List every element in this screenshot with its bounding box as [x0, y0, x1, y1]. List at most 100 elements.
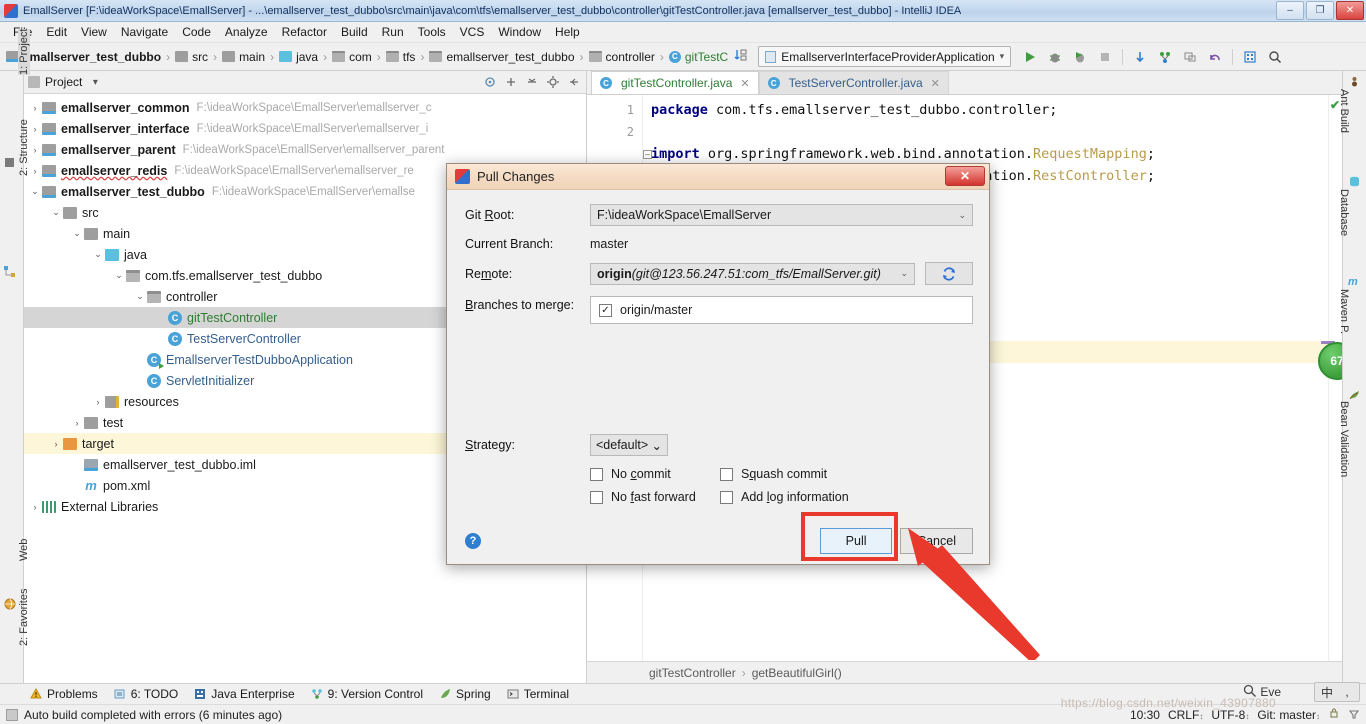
squash-commit-checkbox[interactable]: [720, 467, 733, 481]
branches-list[interactable]: ✓ origin/master: [590, 296, 973, 324]
close-button[interactable]: ✕: [1336, 1, 1364, 20]
no-commit-option[interactable]: No commit: [590, 467, 720, 481]
expand-arrow-icon[interactable]: ⌄: [91, 249, 105, 260]
close-icon[interactable]: ✕: [945, 166, 985, 186]
menu-item-vcs[interactable]: VCS: [453, 23, 492, 41]
tool-window-terminal[interactable]: Terminal: [507, 687, 569, 701]
expand-arrow-icon[interactable]: ›: [28, 166, 42, 176]
menu-item-edit[interactable]: Edit: [39, 23, 74, 41]
breadcrumb-method-label[interactable]: getBeautifulGirl(): [752, 666, 842, 680]
breadcrumb-controller[interactable]: controller ›: [588, 50, 669, 64]
watermark: https://blog.csdn.net/weixin_43907880: [1060, 696, 1276, 710]
expand-arrow-icon[interactable]: ›: [28, 502, 42, 512]
expand-arrow-icon[interactable]: ⌄: [49, 207, 63, 218]
sort-alphabetically-icon[interactable]: [734, 48, 748, 65]
tree-row-emallserver-common[interactable]: › emallserver_common F:\ideaWorkSpace\Emal…: [24, 97, 586, 118]
chevron-down-icon[interactable]: ▾: [87, 74, 103, 90]
add-log-information-checkbox[interactable]: [720, 490, 733, 504]
scroll-from-source-icon[interactable]: [482, 74, 498, 90]
minimize-button[interactable]: –: [1276, 1, 1304, 20]
breadcrumb-src[interactable]: src ›: [175, 50, 222, 64]
breadcrumb-class-label[interactable]: gitTestController: [649, 666, 736, 680]
add-log-information-option[interactable]: Add log information: [720, 490, 973, 504]
expand-arrow-icon[interactable]: ⌄: [112, 270, 126, 281]
gear-icon[interactable]: [545, 74, 561, 90]
run-with-coverage-icon[interactable]: [1069, 46, 1091, 68]
expand-arrow-icon[interactable]: ›: [28, 103, 42, 113]
lock-icon[interactable]: [1328, 707, 1340, 722]
menu-item-code[interactable]: Code: [175, 23, 218, 41]
branch-checkbox[interactable]: ✓: [599, 303, 612, 317]
expand-arrow-icon[interactable]: ⌄: [70, 228, 84, 239]
no-fast-forward-option[interactable]: No fast forward: [590, 490, 720, 504]
commit-icon[interactable]: [1154, 46, 1176, 68]
tool-window-problems[interactable]: Problems: [30, 687, 98, 701]
menu-item-run[interactable]: Run: [375, 23, 411, 41]
breadcrumb-class[interactable]: C gitTestC: [668, 50, 728, 64]
no-fast-forward-checkbox[interactable]: [590, 490, 603, 504]
sidebar-item-bean-validation[interactable]: Bean Validation: [1338, 401, 1350, 477]
collapse-all-icon[interactable]: [524, 74, 540, 90]
list-item[interactable]: ✓ origin/master: [599, 303, 964, 317]
menu-item-help[interactable]: Help: [548, 23, 587, 41]
menu-item-analyze[interactable]: Analyze: [218, 23, 275, 41]
expand-arrow-icon[interactable]: ›: [70, 418, 84, 428]
tool-window-todo[interactable]: 6: TODO: [114, 687, 178, 701]
strategy-combobox[interactable]: <default> ⌄: [590, 434, 668, 456]
sidebar-item-project[interactable]: 1: Project: [18, 28, 30, 75]
refresh-icon[interactable]: [925, 262, 973, 285]
close-icon[interactable]: ✕: [931, 77, 940, 90]
expand-arrow-icon[interactable]: ⌄: [28, 186, 42, 197]
compare-with-branch-icon[interactable]: [1179, 46, 1201, 68]
add-log-information-label: Add log information: [741, 490, 849, 504]
squash-commit-option[interactable]: Squash commit: [720, 467, 973, 481]
expand-all-icon[interactable]: [503, 74, 519, 90]
chinese-ime-icon[interactable]: 中: [1318, 684, 1336, 700]
sidebar-item-ant-build[interactable]: Ant Build: [1338, 89, 1350, 133]
punctuation-icon[interactable]: ,: [1338, 684, 1356, 700]
menu-item-tools[interactable]: Tools: [411, 23, 453, 41]
tool-window-spring[interactable]: Spring: [439, 687, 491, 701]
run-configuration-selector[interactable]: EmallserverInterfaceProviderApplication …: [758, 46, 1012, 67]
debug-icon[interactable]: [1044, 46, 1066, 68]
menu-item-window[interactable]: Window: [491, 23, 548, 41]
breadcrumb-tfs[interactable]: tfs ›: [385, 50, 430, 64]
git-root-combobox[interactable]: F:\ideaWorkSpace\EmallServer ⌄: [590, 204, 973, 226]
close-icon[interactable]: ✕: [740, 77, 749, 90]
remote-combobox[interactable]: origin(git@123.56.247.51:com_tfs/EmallSe…: [590, 262, 915, 285]
expand-arrow-icon[interactable]: ›: [91, 397, 105, 407]
breadcrumb-com[interactable]: com ›: [332, 50, 386, 64]
expand-arrow-icon[interactable]: ›: [28, 124, 42, 134]
stop-icon[interactable]: [1094, 46, 1116, 68]
tab-gitTestController[interactable]: C gitTestController.java ✕: [591, 71, 759, 94]
inspection-icon[interactable]: [1348, 707, 1360, 722]
maximize-button[interactable]: ❐: [1306, 1, 1334, 20]
menu-item-view[interactable]: View: [74, 23, 114, 41]
pull-button[interactable]: Pull: [820, 528, 893, 554]
expand-arrow-icon[interactable]: ⌄: [133, 291, 147, 302]
tab-TestServerController[interactable]: C TestServerController.java ✕: [758, 71, 949, 94]
no-commit-checkbox[interactable]: [590, 467, 603, 481]
tree-row-emallserver-parent[interactable]: › emallserver_parent F:\ideaWorkSpace\Emal…: [24, 139, 586, 160]
sync-settings-icon[interactable]: [1239, 46, 1261, 68]
menu-item-refactor[interactable]: Refactor: [275, 23, 334, 41]
sidebar-item-database[interactable]: Database: [1338, 189, 1350, 236]
breadcrumb-package[interactable]: emallserver_test_dubbo ›: [429, 50, 588, 64]
breadcrumb-java[interactable]: java ›: [279, 50, 332, 64]
menu-item-navigate[interactable]: Navigate: [114, 23, 175, 41]
tool-window-java-enterprise[interactable]: Java Enterprise: [194, 687, 295, 701]
breadcrumb-main[interactable]: main ›: [222, 50, 279, 64]
breadcrumb-module[interactable]: emallserver_test_dubbo ›: [6, 50, 175, 64]
help-icon[interactable]: ?: [465, 533, 481, 549]
run-icon[interactable]: [1019, 46, 1041, 68]
rollback-icon[interactable]: [1204, 46, 1226, 68]
tool-window-version-control[interactable]: 9: Version Control: [311, 687, 423, 701]
hide-icon[interactable]: [566, 74, 582, 90]
search-icon[interactable]: [1264, 46, 1286, 68]
sidebar-item-maven[interactable]: Maven P.: [1338, 289, 1350, 334]
update-project-icon[interactable]: [1129, 46, 1151, 68]
menu-item-build[interactable]: Build: [334, 23, 375, 41]
expand-arrow-icon[interactable]: ›: [49, 439, 63, 449]
tree-row-emallserver-interface[interactable]: › emallserver_interface F:\ideaWorkSpace\E…: [24, 118, 586, 139]
expand-arrow-icon[interactable]: ›: [28, 145, 42, 155]
